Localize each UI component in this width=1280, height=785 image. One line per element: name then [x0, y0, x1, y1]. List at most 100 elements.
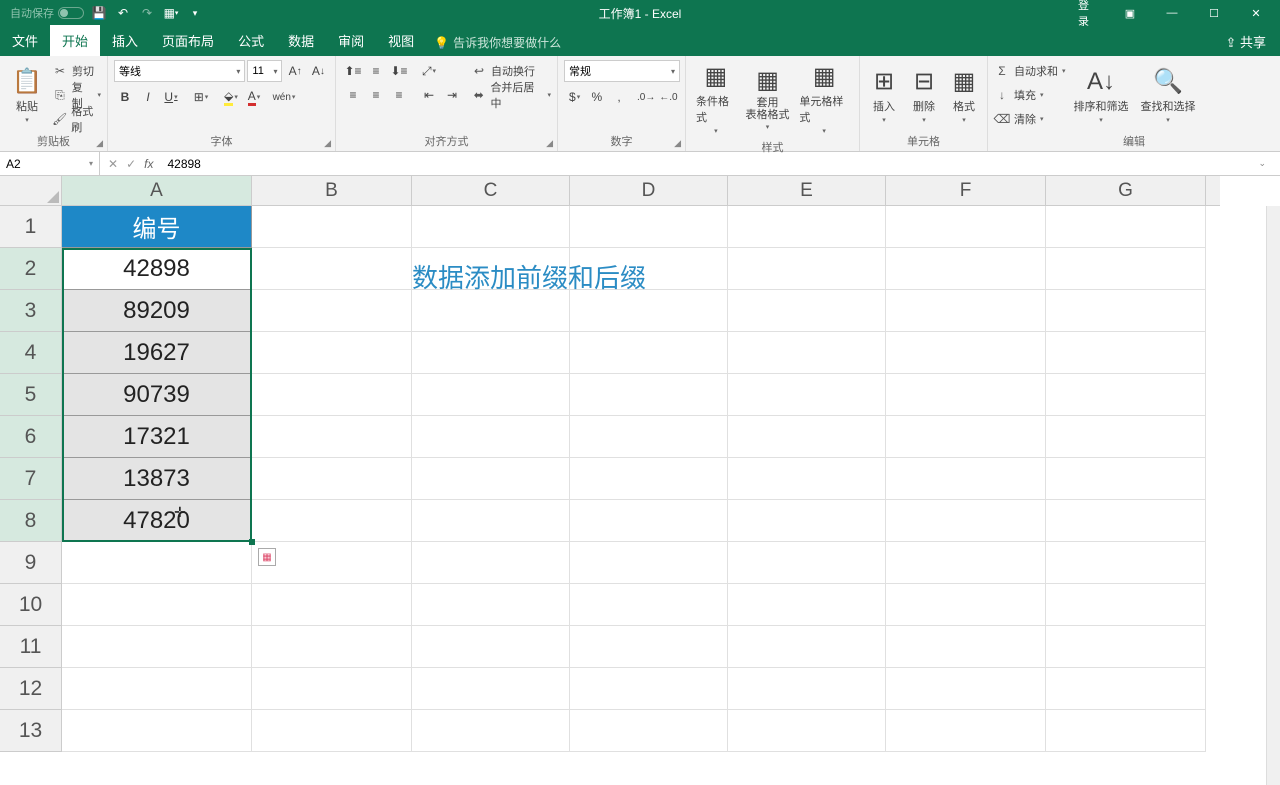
- rowhead-11[interactable]: 11: [0, 626, 62, 668]
- cell-d6[interactable]: [570, 416, 728, 458]
- cell-e3[interactable]: [728, 290, 886, 332]
- fx-icon[interactable]: fx: [144, 157, 153, 171]
- name-box[interactable]: A2 ▾: [0, 152, 100, 175]
- cell-a5[interactable]: 90739: [62, 374, 252, 416]
- cell-d7[interactable]: [570, 458, 728, 500]
- cell-a11[interactable]: [62, 626, 252, 668]
- cell-g3[interactable]: [1046, 290, 1206, 332]
- cell-a4[interactable]: 19627: [62, 332, 252, 374]
- cell-d11[interactable]: [570, 626, 728, 668]
- cell-c9[interactable]: [412, 542, 570, 584]
- cell-a10[interactable]: [62, 584, 252, 626]
- cell-b2[interactable]: [252, 248, 412, 290]
- save-icon[interactable]: 💾: [90, 4, 108, 22]
- cell-e11[interactable]: [728, 626, 886, 668]
- cell-e7[interactable]: [728, 458, 886, 500]
- align-center-icon[interactable]: ≡: [365, 84, 387, 106]
- format-cells-button[interactable]: ▦格式▾: [946, 60, 982, 131]
- formula-bar[interactable]: 42898 ⌄: [161, 152, 1280, 175]
- colhead-f[interactable]: F: [886, 176, 1046, 206]
- paste-button[interactable]: 📋 粘贴 ▾: [6, 60, 48, 131]
- accounting-format-icon[interactable]: $: [564, 86, 585, 108]
- rowhead-6[interactable]: 6: [0, 416, 62, 458]
- cell-style-button[interactable]: ▦单元格样式▾: [795, 60, 853, 137]
- cell-f5[interactable]: [886, 374, 1046, 416]
- minimize-icon[interactable]: —: [1152, 0, 1192, 26]
- cell-a6[interactable]: 17321: [62, 416, 252, 458]
- cell-f11[interactable]: [886, 626, 1046, 668]
- cell-f12[interactable]: [886, 668, 1046, 710]
- cell-d5[interactable]: [570, 374, 728, 416]
- cell-f13[interactable]: [886, 710, 1046, 752]
- cell-c3[interactable]: [412, 290, 570, 332]
- rowhead-8[interactable]: 8: [0, 500, 62, 542]
- align-bottom-icon[interactable]: ⬇≡: [388, 60, 410, 82]
- quick-analysis-icon[interactable]: ▦: [258, 548, 276, 566]
- cell-b8[interactable]: [252, 500, 412, 542]
- table-format-button[interactable]: ▦套用 表格格式▾: [744, 60, 792, 137]
- cell-c5[interactable]: [412, 374, 570, 416]
- cell-d10[interactable]: [570, 584, 728, 626]
- rowhead-3[interactable]: 3: [0, 290, 62, 332]
- cell-g12[interactable]: [1046, 668, 1206, 710]
- cell-f1[interactable]: [886, 206, 1046, 248]
- align-right-icon[interactable]: ≡: [388, 84, 410, 106]
- cell-d3[interactable]: [570, 290, 728, 332]
- cell-d1[interactable]: [570, 206, 728, 248]
- tab-insert[interactable]: 插入: [100, 25, 150, 56]
- tab-view[interactable]: 视图: [376, 25, 426, 56]
- cell-d8[interactable]: [570, 500, 728, 542]
- rowhead-12[interactable]: 12: [0, 668, 62, 710]
- fill-handle[interactable]: [249, 539, 255, 545]
- colhead-g[interactable]: G: [1046, 176, 1206, 206]
- phonetic-button[interactable]: wén: [273, 86, 295, 108]
- decrease-decimal-icon[interactable]: ←.0: [658, 86, 679, 108]
- font-name-select[interactable]: 等线▾: [114, 60, 245, 82]
- cell-g13[interactable]: [1046, 710, 1206, 752]
- align-left-icon[interactable]: ≡: [342, 84, 364, 106]
- undo-icon[interactable]: ↶: [114, 4, 132, 22]
- cell-e6[interactable]: [728, 416, 886, 458]
- cell-b6[interactable]: [252, 416, 412, 458]
- number-format-select[interactable]: 常规▾: [564, 60, 680, 82]
- cell-f4[interactable]: [886, 332, 1046, 374]
- close-icon[interactable]: ✕: [1236, 0, 1276, 26]
- cell-f10[interactable]: [886, 584, 1046, 626]
- merge-center-button[interactable]: ⬌合并后居中▾: [471, 84, 551, 106]
- cell-b12[interactable]: [252, 668, 412, 710]
- expand-formula-icon[interactable]: ⌄: [1258, 158, 1274, 169]
- font-size-select[interactable]: 11▾: [247, 60, 282, 82]
- cell-g1[interactable]: [1046, 206, 1206, 248]
- underline-button[interactable]: U: [160, 86, 182, 108]
- autosum-button[interactable]: Σ自动求和▾: [994, 60, 1066, 82]
- cell-d13[interactable]: [570, 710, 728, 752]
- customize-qat-icon[interactable]: ▦▾: [162, 4, 180, 22]
- cell-b7[interactable]: [252, 458, 412, 500]
- cell-a13[interactable]: [62, 710, 252, 752]
- select-all-corner[interactable]: [0, 176, 62, 206]
- cell-a8[interactable]: 47820: [62, 500, 252, 542]
- rowhead-1[interactable]: 1: [0, 206, 62, 248]
- tab-file[interactable]: 文件: [0, 25, 50, 56]
- cell-e13[interactable]: [728, 710, 886, 752]
- cell-e9[interactable]: [728, 542, 886, 584]
- cell-e12[interactable]: [728, 668, 886, 710]
- increase-indent-icon[interactable]: ⇥: [441, 84, 463, 106]
- cell-e1[interactable]: [728, 206, 886, 248]
- percent-format-icon[interactable]: %: [586, 86, 607, 108]
- cell-b5[interactable]: [252, 374, 412, 416]
- cell-g9[interactable]: [1046, 542, 1206, 584]
- cell-f3[interactable]: [886, 290, 1046, 332]
- align-top-icon[interactable]: ⬆≡: [342, 60, 364, 82]
- rowhead-2[interactable]: 2: [0, 248, 62, 290]
- cell-a1[interactable]: 编号: [62, 206, 252, 248]
- cell-b11[interactable]: [252, 626, 412, 668]
- colhead-a[interactable]: A: [62, 176, 252, 206]
- rowhead-9[interactable]: 9: [0, 542, 62, 584]
- font-launcher-icon[interactable]: ◢: [324, 138, 331, 149]
- ribbon-display-icon[interactable]: ▣: [1110, 0, 1150, 26]
- cell-c1[interactable]: [412, 206, 570, 248]
- clear-button[interactable]: ⌫清除▾: [994, 108, 1066, 130]
- cell-g7[interactable]: [1046, 458, 1206, 500]
- share-button[interactable]: ⇪ 共享: [1225, 32, 1266, 56]
